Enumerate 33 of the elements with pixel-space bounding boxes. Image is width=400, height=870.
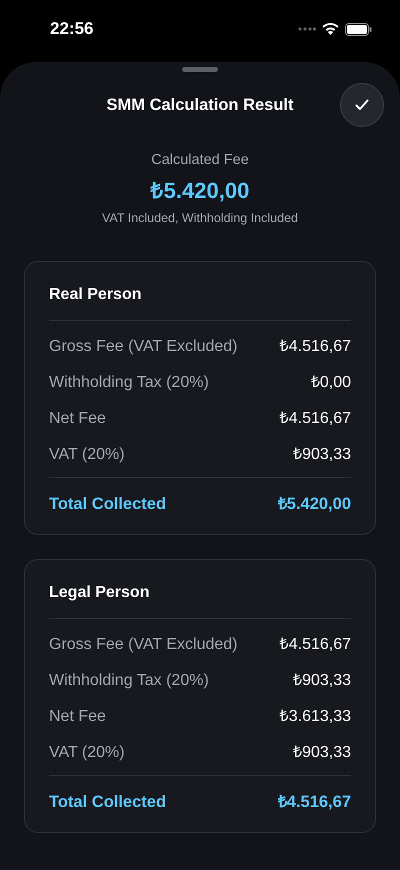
battery-icon bbox=[345, 22, 372, 36]
row-value: ₺4.516,67 bbox=[280, 337, 351, 357]
row-label: Gross Fee (VAT Excluded) bbox=[49, 635, 238, 655]
done-button[interactable] bbox=[340, 83, 384, 127]
fee-amount: ₺5.420,00 bbox=[150, 177, 250, 204]
row-label: VAT (20%) bbox=[49, 445, 125, 465]
card-title: Real Person bbox=[49, 285, 142, 305]
card-title: Legal Person bbox=[49, 583, 150, 603]
fee-note: VAT Included, Withholding Included bbox=[102, 211, 298, 225]
row-label: Net Fee bbox=[49, 707, 106, 727]
row-value: ₺903,33 bbox=[293, 445, 351, 465]
row-label: Withholding Tax (20%) bbox=[49, 671, 209, 691]
row-value: ₺3.613,33 bbox=[280, 707, 351, 727]
row-value: ₺4.516,67 bbox=[280, 635, 351, 655]
status-time: 22:56 bbox=[50, 19, 94, 39]
row-value: ₺0,00 bbox=[310, 373, 351, 393]
drag-handle[interactable] bbox=[182, 67, 218, 72]
row-value: ₺903,33 bbox=[293, 743, 351, 763]
checkmark-icon bbox=[355, 99, 369, 111]
wifi-icon bbox=[322, 23, 339, 35]
row-value: ₺4.516,67 bbox=[280, 409, 351, 429]
row-label: VAT (20%) bbox=[49, 743, 125, 763]
row-label: Withholding Tax (20%) bbox=[49, 373, 209, 393]
fee-label: Calculated Fee bbox=[151, 152, 249, 168]
row-value: ₺903,33 bbox=[293, 671, 351, 691]
row-label: Gross Fee (VAT Excluded) bbox=[49, 337, 238, 357]
total-value: ₺4.516,67 bbox=[278, 792, 351, 812]
total-value: ₺5.420,00 bbox=[278, 494, 351, 514]
sheet-title: SMM Calculation Result bbox=[106, 96, 294, 114]
row-label: Net Fee bbox=[49, 409, 106, 429]
signal-icon bbox=[298, 27, 316, 31]
total-label: Total Collected bbox=[49, 494, 166, 514]
total-label: Total Collected bbox=[49, 792, 166, 812]
